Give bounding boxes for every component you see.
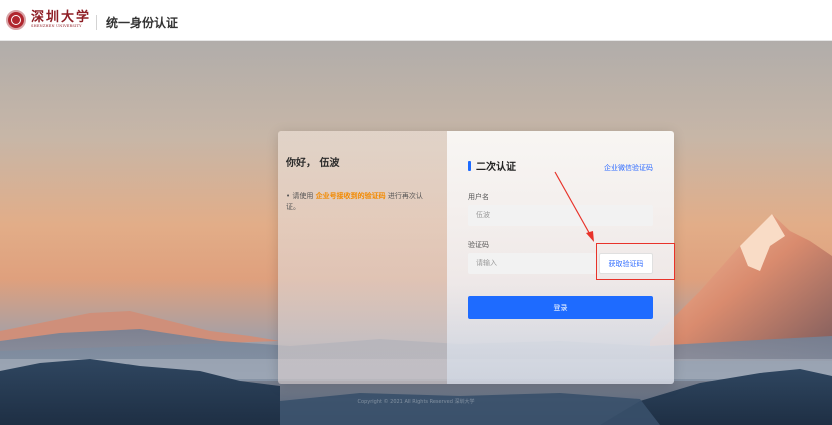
university-logo[interactable]: 深圳大学 SHENZHEN UNIVERSITY (6, 10, 91, 30)
section-title-text: 二次认证 (476, 162, 516, 173)
verification-notice: • 请使用 企业号接收到的验证码 进行再次认证。 (286, 191, 436, 213)
section-bar-marker (468, 160, 471, 171)
wechat-code-link[interactable]: 企业微信验证码 (604, 163, 653, 173)
logo-chinese-name: 深圳大学 (31, 10, 92, 26)
username-field[interactable]: 伍波 (468, 205, 653, 226)
greeting-text: 你好， 伍波 (286, 158, 340, 169)
login-button[interactable]: 登录 (468, 296, 653, 319)
notice-prefix: • 请使用 (286, 192, 316, 200)
notice-panel: 你好， 伍波 • 请使用 企业号接收到的验证码 进行再次认证。 (278, 131, 447, 384)
university-seal-icon (6, 10, 26, 30)
annotation-highlight-box (596, 243, 675, 280)
copyright-text: Copyright © 2021 All Rights Reserved 深圳大… (357, 399, 475, 405)
code-input[interactable]: 请输入 (468, 253, 596, 274)
code-label: 验证码 (468, 241, 489, 249)
username-label: 用户名 (468, 193, 489, 201)
section-title: 二次认证 (468, 158, 516, 173)
notice-highlight: 企业号接收到的验证码 (315, 192, 386, 200)
page-title: 统一身份认证 (106, 16, 179, 30)
header-divider (96, 15, 97, 30)
top-header: 深圳大学 SHENZHEN UNIVERSITY 统一身份认证 (0, 0, 832, 41)
logo-english-name: SHENZHEN UNIVERSITY (31, 24, 82, 29)
